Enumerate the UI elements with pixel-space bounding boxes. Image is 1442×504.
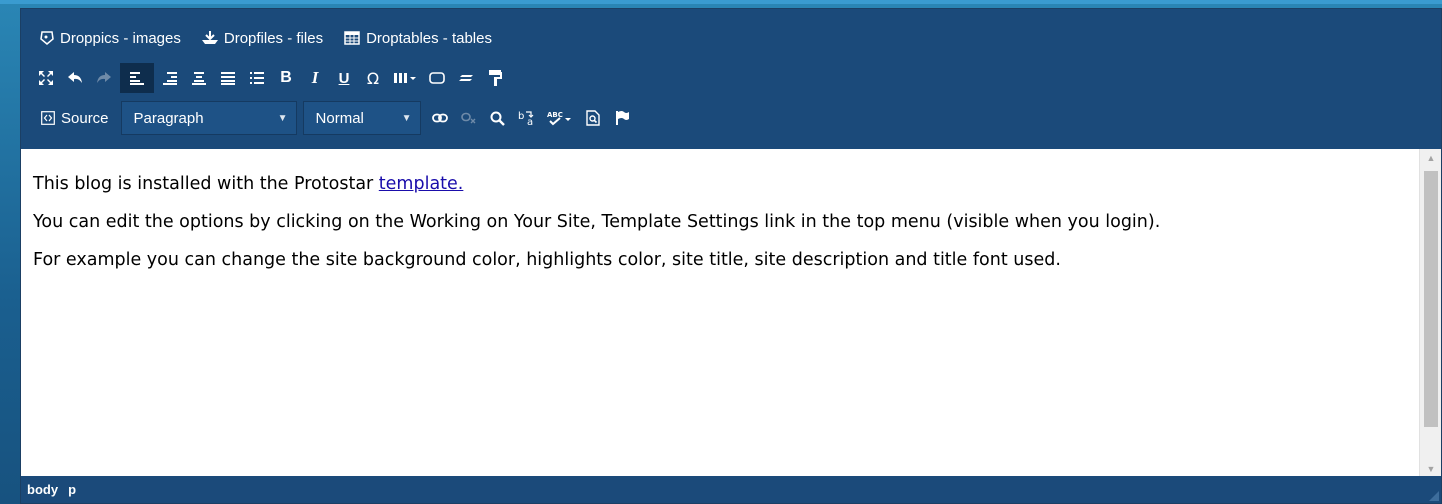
droptables-icon bbox=[344, 31, 360, 45]
paragraph-1: This blog is installed with the Protosta… bbox=[33, 173, 1407, 195]
droppics-label: Droppics - images bbox=[60, 29, 181, 47]
align-center-icon bbox=[192, 72, 206, 85]
flag-icon bbox=[615, 111, 629, 125]
dropfiles-icon bbox=[201, 31, 218, 44]
align-center-button[interactable] bbox=[186, 63, 212, 93]
spellcheck-button[interactable]: ABC bbox=[543, 103, 577, 133]
preview-icon bbox=[585, 110, 600, 126]
align-right-icon bbox=[163, 72, 177, 85]
droptables-label: Droptables - tables bbox=[366, 29, 492, 47]
scrollbar-thumb[interactable] bbox=[1424, 171, 1438, 427]
format-painter-button[interactable] bbox=[482, 63, 508, 93]
chevron-down-icon: ▼ bbox=[277, 112, 288, 124]
omega-icon: Ω bbox=[366, 68, 380, 88]
align-left-icon bbox=[130, 72, 144, 85]
source-code-icon bbox=[41, 111, 55, 125]
droptables-button[interactable]: Droptables - tables bbox=[343, 24, 492, 52]
resize-handle-icon[interactable] bbox=[1429, 491, 1439, 501]
columns-button[interactable] bbox=[389, 63, 421, 93]
undo-button[interactable] bbox=[62, 63, 88, 93]
horizontal-rule-button[interactable] bbox=[453, 63, 479, 93]
window-top-border bbox=[0, 0, 1442, 4]
find-button[interactable] bbox=[485, 103, 511, 133]
svg-text:ABC: ABC bbox=[547, 111, 563, 119]
fullscreen-button[interactable] bbox=[33, 63, 59, 93]
svg-text:a: a bbox=[527, 117, 533, 126]
undo-icon bbox=[68, 72, 82, 83]
preview-button[interactable] bbox=[580, 103, 606, 133]
special-char-button[interactable]: Ω bbox=[360, 63, 386, 93]
rich-text-editor: Droppics - images Dropfiles - files Drop… bbox=[20, 8, 1442, 504]
bullet-list-icon bbox=[250, 72, 264, 84]
redo-icon bbox=[97, 72, 111, 83]
path-item-body[interactable]: body bbox=[27, 482, 58, 497]
chevron-down-icon: ▼ bbox=[401, 112, 412, 124]
unlink-icon bbox=[460, 112, 476, 124]
block-format-value: Paragraph bbox=[133, 109, 204, 127]
font-size-value: Normal bbox=[315, 109, 364, 127]
editor-toolbar: Droppics - images Dropfiles - files Drop… bbox=[21, 9, 1441, 149]
paragraph-1-text: This blog is installed with the Protosta… bbox=[33, 174, 379, 194]
paint-roller-icon bbox=[489, 70, 502, 86]
box-button[interactable] bbox=[424, 63, 450, 93]
path-item-p[interactable]: p bbox=[68, 482, 76, 497]
insert-link-button[interactable] bbox=[427, 103, 453, 133]
dropfiles-button[interactable]: Dropfiles - files bbox=[201, 24, 323, 52]
template-link[interactable]: template. bbox=[379, 174, 464, 194]
bold-button[interactable]: B bbox=[273, 63, 299, 93]
find-replace-icon: ba bbox=[518, 111, 533, 126]
paragraph-2: You can edit the options by clicking on … bbox=[33, 212, 1161, 232]
vertical-scrollbar[interactable]: ▲ ▼ bbox=[1419, 149, 1441, 478]
box-icon bbox=[429, 72, 445, 84]
remove-link-button[interactable] bbox=[456, 103, 482, 133]
svg-text:b: b bbox=[518, 111, 524, 122]
editor-content[interactable]: This blog is installed with the Protosta… bbox=[21, 149, 1419, 478]
align-justify-icon bbox=[221, 72, 235, 85]
font-size-select[interactable]: Normal ▼ bbox=[302, 101, 421, 135]
underline-button[interactable]: U bbox=[331, 63, 357, 93]
source-label: Source bbox=[61, 109, 109, 127]
block-format-select[interactable]: Paragraph ▼ bbox=[120, 101, 297, 135]
align-left-button[interactable] bbox=[120, 63, 154, 93]
replace-button[interactable]: ba bbox=[514, 103, 540, 133]
plugin-row: Droppics - images Dropfiles - files Drop… bbox=[39, 24, 512, 52]
spellcheck-icon: ABC bbox=[547, 111, 571, 126]
dropfiles-label: Dropfiles - files bbox=[223, 29, 324, 47]
fullscreen-icon bbox=[39, 71, 53, 85]
link-icon bbox=[431, 113, 448, 123]
format-row: B I U Ω bbox=[33, 63, 511, 93]
align-right-button[interactable] bbox=[157, 63, 183, 93]
anchor-button[interactable] bbox=[609, 103, 635, 133]
bullet-list-button[interactable] bbox=[244, 63, 270, 93]
horizontal-rule-icon bbox=[459, 75, 473, 81]
scroll-up-icon[interactable]: ▲ bbox=[1420, 149, 1442, 167]
italic-button[interactable]: I bbox=[302, 63, 328, 93]
search-icon bbox=[490, 111, 505, 126]
redo-button[interactable] bbox=[91, 63, 117, 93]
tools-row: Source Paragraph ▼ Normal ▼ ba ABC bbox=[33, 101, 638, 135]
droppics-icon bbox=[40, 31, 54, 45]
source-button[interactable]: Source bbox=[33, 103, 117, 133]
align-justify-button[interactable] bbox=[215, 63, 241, 93]
paragraph-3: For example you can change the site back… bbox=[33, 250, 1061, 270]
columns-icon bbox=[394, 73, 416, 83]
droppics-button[interactable]: Droppics - images bbox=[39, 24, 181, 52]
element-path-statusbar: body p bbox=[21, 476, 1441, 503]
